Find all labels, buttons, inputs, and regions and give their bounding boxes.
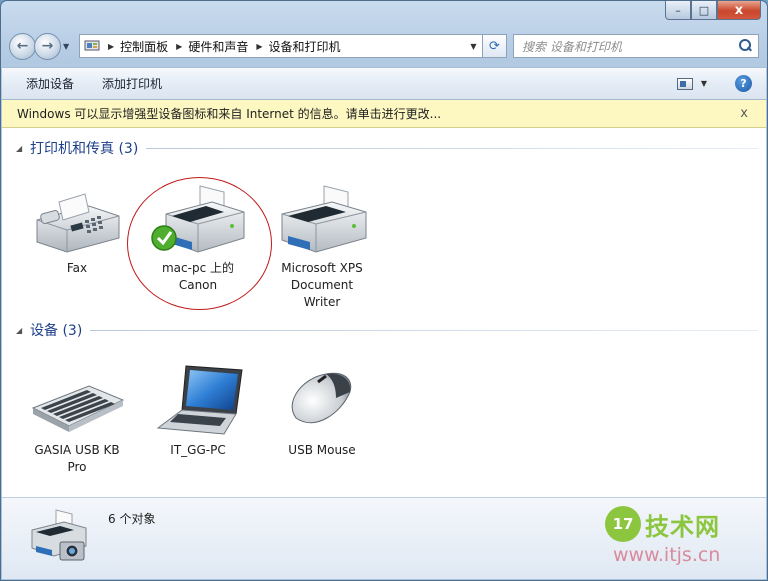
mouse-icon <box>267 358 377 438</box>
search-placeholder: 搜索 设备和打印机 <box>522 39 622 54</box>
breadcrumb-separator[interactable]: ▶ <box>256 42 262 51</box>
info-bar-text[interactable]: Windows 可以显示增强型设备图标和来自 Internet 的信息。请单击进… <box>17 105 441 122</box>
device-label: mac-pc 上的 Canon <box>161 261 234 292</box>
device-label: Fax <box>66 261 88 275</box>
recent-pages-dropdown[interactable]: ▼ <box>63 42 75 51</box>
minimize-button[interactable]: – <box>665 1 691 20</box>
devices-printers-icon <box>26 506 90 569</box>
device-item-laptop[interactable]: IT_GG-PC <box>143 358 253 459</box>
group-title: 打印机和传真 (3) <box>30 141 139 157</box>
back-arrow-icon: ← <box>16 38 29 54</box>
info-bar-close-icon[interactable]: x <box>740 106 748 121</box>
close-button[interactable]: x <box>717 1 761 20</box>
printer-icon <box>267 176 377 256</box>
device-item-xps-writer[interactable]: Microsoft XPS Document Writer <box>267 176 377 311</box>
breadcrumb-separator[interactable]: ▶ <box>108 42 114 51</box>
group-header-devices[interactable]: ◢ 设备 (3) <box>2 320 766 340</box>
device-item-mouse[interactable]: USB Mouse <box>267 358 377 459</box>
refresh-icon: ⟳ <box>489 38 500 54</box>
device-label: USB Mouse <box>288 443 356 457</box>
breadcrumb-control-panel[interactable]: 控制面板 <box>120 38 168 55</box>
add-device-button[interactable]: 添加设备 <box>2 75 86 92</box>
breadcrumb-hardware-sound[interactable]: 硬件和声音 <box>188 38 248 55</box>
navigation-bar: ← → ▼ ▶ 控制面板 ▶ 硬件和声音 ▶ 设备和打印机 ▼ ⟳ 搜索 设备和… <box>9 31 759 61</box>
group-title: 设备 (3) <box>30 323 83 339</box>
command-bar: 添加设备 添加打印机 ▼ ? <box>2 67 766 100</box>
watermark-name: 技术网 <box>645 512 720 541</box>
group-divider <box>90 329 758 331</box>
printer-default-icon <box>143 176 253 256</box>
keyboard-icon <box>22 358 132 438</box>
device-label: Microsoft XPS Document Writer <box>281 261 363 309</box>
collapse-arrow-icon[interactable]: ◢ <box>16 326 24 335</box>
laptop-icon <box>143 358 253 438</box>
watermark-url: www.itjs.cn <box>613 544 721 566</box>
caption-buttons: – □ x <box>665 1 761 21</box>
group-header-printers[interactable]: ◢ 打印机和传真 (3) <box>2 138 766 158</box>
forward-button[interactable]: → <box>34 32 61 60</box>
devices-content-area: ◢ 打印机和传真 (3) Fax mac-pc 上的 Canon Microso… <box>2 128 766 497</box>
device-label: IT_GG-PC <box>170 443 226 457</box>
device-item-fax[interactable]: Fax <box>22 176 132 277</box>
refresh-button[interactable]: ⟳ <box>483 34 507 58</box>
watermark-logo: 17 技术网 <box>605 506 720 542</box>
collapse-arrow-icon[interactable]: ◢ <box>16 144 24 153</box>
add-printer-button[interactable]: 添加打印机 <box>90 75 174 92</box>
search-icon[interactable] <box>738 39 752 53</box>
breadcrumb-devices-printers[interactable]: 设备和打印机 <box>269 38 341 55</box>
search-box[interactable]: 搜索 设备和打印机 <box>513 34 759 58</box>
group-divider <box>146 147 758 149</box>
address-dropdown-icon[interactable]: ▼ <box>464 42 482 51</box>
maximize-button[interactable]: □ <box>691 1 717 20</box>
watermark: 17 技术网 www.itjs.cn <box>605 506 755 570</box>
object-count: 6 个对象 <box>108 512 156 526</box>
devices-and-printers-window: – □ x ← → ▼ ▶ 控制面板 ▶ 硬件和声音 ▶ 设备和打印机 ▼ ⟳ <box>0 0 768 581</box>
fax-icon <box>22 176 132 256</box>
device-item-canon-printer[interactable]: mac-pc 上的 Canon <box>143 176 253 294</box>
address-bar[interactable]: ▶ 控制面板 ▶ 硬件和声音 ▶ 设备和打印机 ▼ <box>79 34 483 58</box>
change-view-icon[interactable] <box>676 77 693 90</box>
control-panel-icon <box>84 39 100 53</box>
view-options-dropdown[interactable]: ▼ <box>701 79 707 88</box>
view-controls: ▼ ? <box>676 75 752 92</box>
breadcrumb-separator[interactable]: ▶ <box>176 42 182 51</box>
help-icon[interactable]: ? <box>735 75 752 92</box>
watermark-badge-icon: 17 <box>605 506 641 542</box>
device-label: GASIA USB KB Pro <box>34 443 120 474</box>
back-button[interactable]: ← <box>9 32 36 60</box>
device-item-keyboard[interactable]: GASIA USB KB Pro <box>22 358 132 476</box>
info-bar[interactable]: Windows 可以显示增强型设备图标和来自 Internet 的信息。请单击进… <box>2 100 766 128</box>
forward-arrow-icon: → <box>41 38 54 54</box>
